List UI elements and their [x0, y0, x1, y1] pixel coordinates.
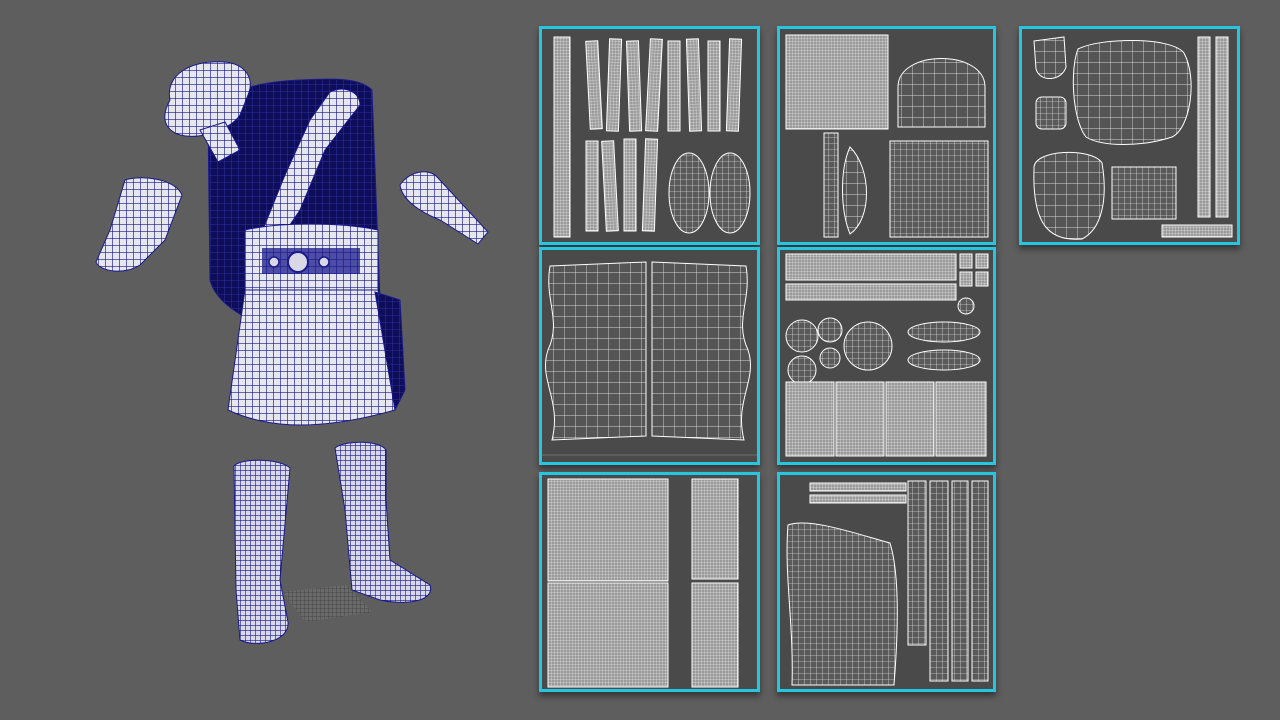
uv-block-bottom-right[interactable]: [889, 140, 989, 238]
uv-sole-left[interactable]: [668, 152, 710, 234]
uv-tall-strip-right[interactable]: [1215, 36, 1229, 218]
uv-strip-bottom[interactable]: [691, 582, 739, 688]
uv-grid-bottom[interactable]: [547, 582, 669, 688]
uv-cap[interactable]: [897, 58, 986, 128]
uv-skirt-right[interactable]: [651, 261, 751, 441]
uv-panel-strips-and-soles[interactable]: [539, 26, 760, 245]
uv-tall-strip-left[interactable]: [1197, 36, 1211, 218]
uv-panel-large-grids[interactable]: [539, 472, 760, 692]
uv-leaf[interactable]: [842, 146, 867, 235]
uv-strip-row-bottom[interactable]: [585, 138, 659, 232]
uv-panel-drape-and-strips[interactable]: [777, 472, 996, 692]
left-bracer[interactable]: [95, 177, 183, 272]
uv-head-piece-top[interactable]: [1033, 36, 1067, 79]
uv-top-band-1[interactable]: [809, 482, 907, 492]
wireframe-model[interactable]: [0, 0, 520, 720]
right-boot[interactable]: [334, 441, 432, 603]
uv-panel-head-pieces[interactable]: [1019, 26, 1240, 245]
belt-stud-left: [268, 256, 280, 268]
uv-skirt-left[interactable]: [545, 261, 647, 441]
uv-drape[interactable]: [786, 522, 898, 686]
uv-sole-right[interactable]: [709, 152, 751, 234]
uv-block-top-left[interactable]: [785, 34, 889, 130]
skirt[interactable]: [227, 289, 396, 426]
uv-strip-row-top[interactable]: [585, 38, 743, 132]
uv-oval-bottom[interactable]: [907, 349, 981, 371]
viewport[interactable]: [0, 0, 1280, 720]
uv-narrow-strip[interactable]: [823, 132, 839, 238]
uv-head-piece-bottom[interactable]: [1033, 151, 1105, 240]
uv-footer-strip[interactable]: [1161, 224, 1233, 238]
uv-belt-strip-bottom[interactable]: [785, 283, 957, 301]
left-boot[interactable]: [233, 459, 291, 644]
uv-small-blocks[interactable]: [959, 253, 989, 287]
uv-long-strip[interactable]: [553, 36, 571, 238]
uv-grid-top[interactable]: [547, 478, 669, 582]
uv-crown[interactable]: [1072, 39, 1192, 145]
right-bracer[interactable]: [399, 171, 489, 245]
uv-panel-skirt-halves[interactable]: [539, 247, 760, 465]
uv-top-band-2[interactable]: [809, 494, 907, 504]
belt-stud-right: [318, 256, 330, 268]
uv-strip-top[interactable]: [691, 478, 739, 580]
uv-panel-cap-and-blocks[interactable]: [777, 26, 996, 245]
uv-head-piece-mid[interactable]: [1035, 96, 1067, 130]
belt-medallion: [287, 251, 309, 273]
uv-band[interactable]: [1111, 166, 1177, 220]
uv-panel-belt-and-discs[interactable]: [777, 247, 996, 465]
uv-oval-top[interactable]: [907, 321, 981, 343]
uv-belt-strip-top[interactable]: [785, 253, 957, 281]
uv-bottom-tiles[interactable]: [785, 381, 987, 457]
uv-vertical-strips[interactable]: [907, 480, 989, 682]
